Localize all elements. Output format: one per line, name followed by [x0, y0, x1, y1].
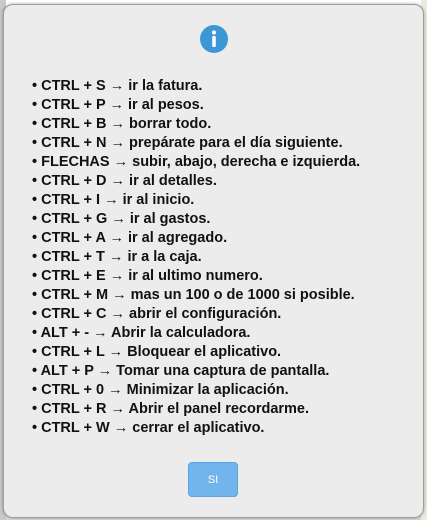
shortcut-item: • CTRL + S → ir la fatura.: [32, 78, 203, 94]
shortcut-item: • CTRL + P → ir al pesos.: [32, 97, 204, 113]
shortcut-item: • ALT + - → Abrir la calculadora.: [32, 325, 251, 341]
shortcuts-dialog: • CTRL + S → ir la fatura. • CTRL + P → i…: [3, 4, 424, 518]
shortcut-item: • CTRL + N → prepárate para el día sigui…: [32, 135, 343, 151]
shortcut-list: • CTRL + S → ir la fatura. • CTRL + P → i…: [32, 77, 417, 438]
info-icon: [200, 25, 228, 53]
shortcut-item: • CTRL + A → ir al agregado.: [32, 230, 228, 246]
shortcut-item: • CTRL + R → Abrir el panel recordarme.: [32, 401, 310, 417]
shortcut-item: • CTRL + L → Bloquear el aplicativo.: [32, 344, 282, 360]
shortcut-item: • CTRL + T → ir a la caja.: [32, 249, 202, 265]
shortcut-item: • CTRL + W → cerrar el aplicativo.: [32, 420, 265, 436]
shortcut-item: • CTRL + M → mas un 100 o de 1000 si pos…: [32, 287, 355, 303]
shortcut-item: • CTRL + I → ir al inicio.: [32, 192, 195, 208]
shortcut-item: • FLECHAS → subir, abajo, derecha e izqu…: [32, 154, 361, 170]
confirm-button[interactable]: SI: [188, 462, 238, 497]
shortcut-item: • CTRL + D → ir al detalles.: [32, 173, 217, 189]
shortcut-item: • ALT + P → Tomar una captura de pantall…: [32, 363, 330, 379]
shortcut-item: • CTRL + C → abrir el configuración.: [32, 306, 282, 322]
shortcut-item: • CTRL + E → ir al ultimo numero.: [32, 268, 263, 284]
shortcut-item: • CTRL + B → borrar todo.: [32, 116, 212, 132]
shortcut-item: • CTRL + 0 → Minimizar la aplicación.: [32, 382, 289, 398]
shortcut-item: • CTRL + G → ir al gastos.: [32, 211, 211, 227]
